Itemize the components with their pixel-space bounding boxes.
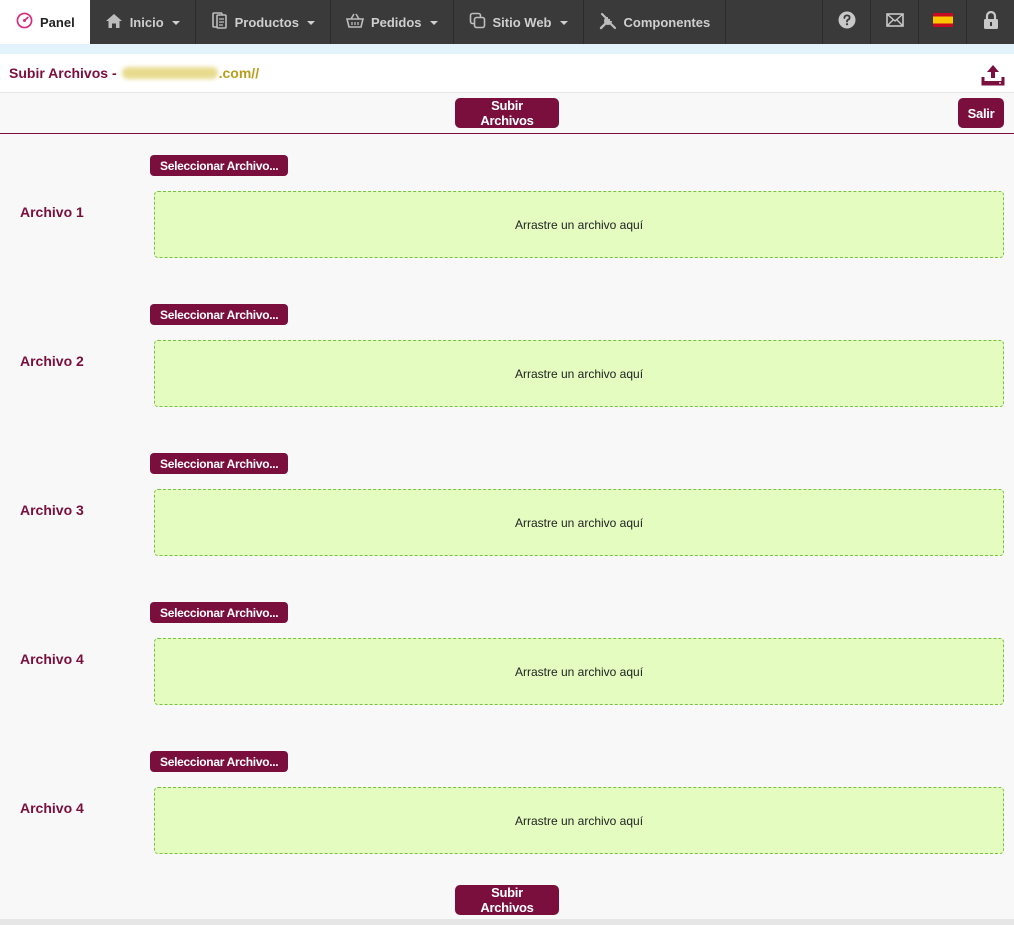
file-row: Seleccionar Archivo... Archivo 2 Arrastr… — [0, 304, 1014, 408]
logout-lock-button[interactable] — [966, 0, 1014, 44]
file-row: Seleccionar Archivo... Archivo 4 Arrastr… — [0, 751, 1014, 855]
chevron-down-icon — [429, 21, 438, 25]
file-dropzone[interactable]: Arrastre un archivo aquí — [154, 638, 1004, 705]
nav-sitio-web-label: Sitio Web — [492, 14, 552, 30]
top-navbar: Panel Inicio Productos Pedidos Sitio Web… — [0, 0, 1014, 44]
select-file-button[interactable]: Seleccionar Archivo... — [150, 602, 289, 623]
upload-files-button[interactable]: Subir Archivos — [455, 98, 559, 128]
nav-sitio-web[interactable]: Sitio Web — [454, 0, 584, 44]
site-domain-suffix: .com// — [218, 65, 260, 81]
chevron-down-icon — [171, 21, 180, 25]
basket-icon — [345, 13, 364, 32]
nav-componentes[interactable]: Componentes — [584, 0, 727, 44]
home-icon — [105, 13, 123, 32]
file-row: Seleccionar Archivo... Archivo 1 Arrastr… — [0, 155, 1014, 259]
nav-componentes-label: Componentes — [623, 14, 711, 30]
nav-productos[interactable]: Productos — [196, 0, 331, 44]
exit-button[interactable]: Salir — [958, 98, 1004, 128]
select-file-button[interactable]: Seleccionar Archivo... — [150, 751, 289, 772]
nav-pedidos-label: Pedidos — [370, 14, 422, 30]
select-file-button[interactable]: Seleccionar Archivo... — [150, 453, 289, 474]
help-icon — [838, 11, 856, 34]
action-bar: Subir Archivos Salir — [0, 93, 1014, 134]
file-dropzone[interactable]: Arrastre un archivo aquí — [154, 340, 1004, 407]
site-domain-redacted — [121, 67, 218, 79]
nav-panel[interactable]: Panel — [0, 0, 90, 44]
file-dropzone[interactable]: Arrastre un archivo aquí — [154, 191, 1004, 258]
page-header: Subir Archivos - .com// — [0, 54, 1014, 93]
chevron-down-icon — [306, 21, 315, 25]
mail-icon — [885, 12, 904, 32]
file-label: Archivo 4 — [20, 651, 84, 667]
chevron-down-icon — [559, 21, 568, 25]
file-label: Archivo 3 — [20, 502, 84, 518]
nav-pedidos[interactable]: Pedidos — [331, 0, 454, 44]
select-file-button[interactable]: Seleccionar Archivo... — [150, 155, 289, 176]
panel-dashboard-icon — [16, 12, 33, 32]
page-bottom-edge — [0, 919, 1014, 925]
file-label: Archivo 2 — [20, 353, 84, 369]
file-row: Seleccionar Archivo... Archivo 4 Arrastr… — [0, 602, 1014, 706]
products-icon — [211, 12, 228, 32]
upload-files-button-bottom[interactable]: Subir Archivos — [455, 885, 559, 915]
file-label: Archivo 1 — [20, 204, 84, 220]
spain-flag-icon — [932, 12, 953, 32]
file-dropzone[interactable]: Arrastre un archivo aquí — [154, 787, 1004, 854]
upload-icon[interactable] — [981, 63, 1005, 92]
messages-button[interactable] — [870, 0, 918, 44]
nav-inicio-label: Inicio — [129, 14, 164, 30]
page-title: Subir Archivos - — [9, 65, 117, 81]
copy-icon — [469, 12, 486, 32]
file-row: Seleccionar Archivo... Archivo 3 Arrastr… — [0, 453, 1014, 557]
tools-icon — [599, 12, 617, 33]
select-file-button[interactable]: Seleccionar Archivo... — [150, 304, 289, 325]
language-button[interactable] — [918, 0, 966, 44]
nav-panel-label: Panel — [40, 14, 75, 30]
file-label: Archivo 4 — [20, 800, 84, 816]
nav-underline — [0, 44, 1014, 54]
help-button[interactable] — [822, 0, 870, 44]
nav-inicio[interactable]: Inicio — [90, 0, 196, 44]
nav-productos-label: Productos — [234, 14, 299, 30]
lock-icon — [983, 10, 999, 34]
file-dropzone[interactable]: Arrastre un archivo aquí — [154, 489, 1004, 556]
